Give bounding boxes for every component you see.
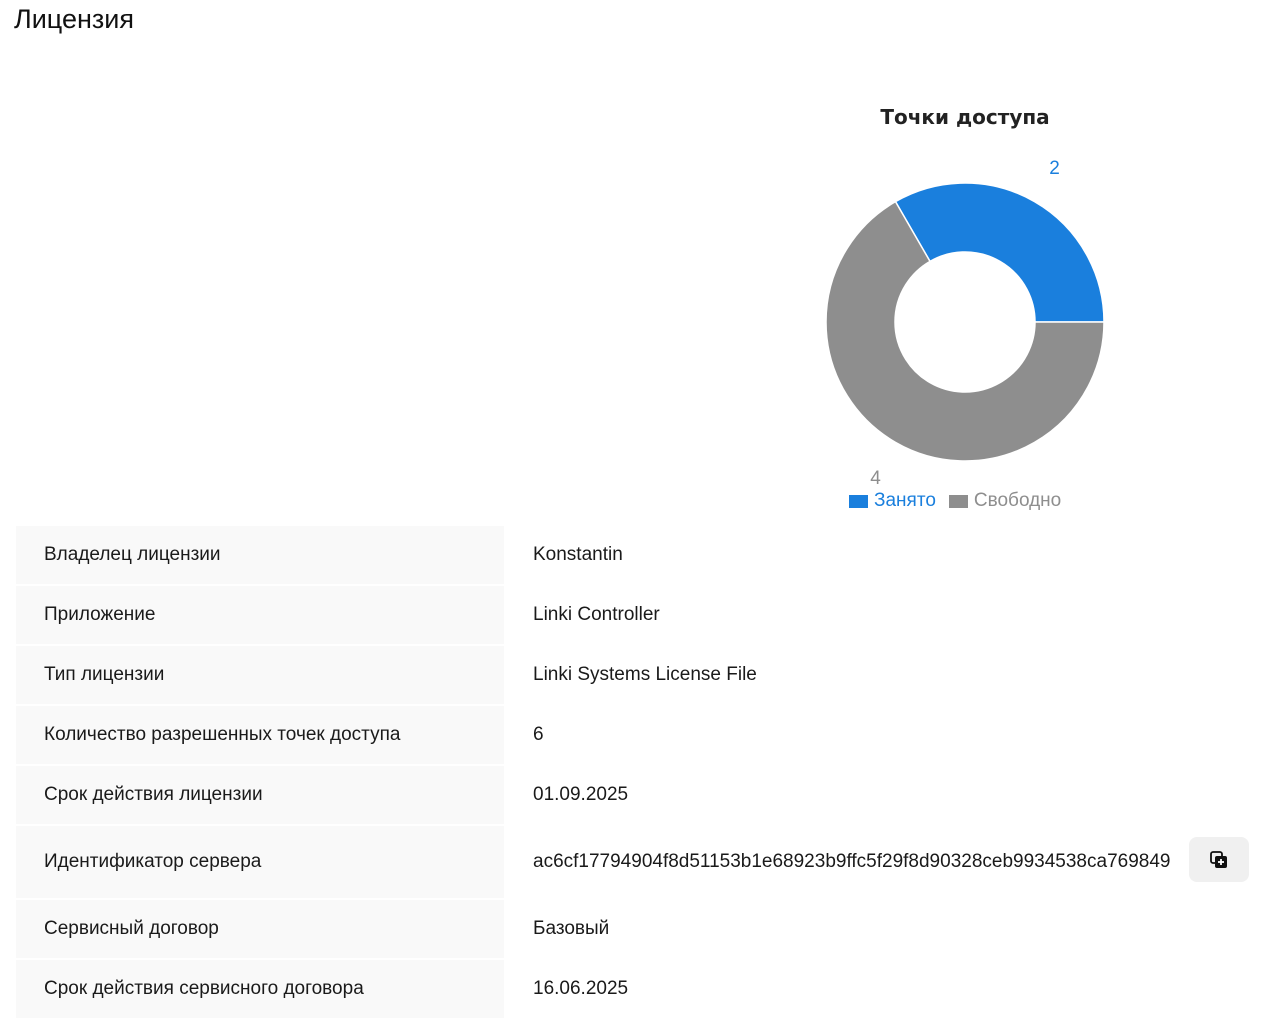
access-points-chart: 24 Точки доступа Занято Свободно xyxy=(760,92,1170,522)
table-row-license-type: Тип лицензии Linki Systems License File xyxy=(16,646,1256,706)
row-value: Linki Controller xyxy=(533,604,660,625)
row-label: Владелец лицензии xyxy=(16,526,504,584)
row-value: Базовый xyxy=(533,918,610,939)
legend-swatch-free xyxy=(948,494,968,508)
row-label: Количество разрешенных точек доступа xyxy=(16,706,504,764)
row-label: Приложение xyxy=(16,586,504,644)
table-row-license-expiry: Срок действия лицензии 01.09.2025 xyxy=(16,766,1256,826)
chart-title: Точки доступа xyxy=(880,105,1050,129)
table-row-server-id: Идентификатор сервера ac6cf17794904f8d51… xyxy=(16,826,1256,900)
data-label-free: 4 xyxy=(870,468,881,489)
row-value-wrap: ac6cf17794904f8d51153b1e68923b9ffc5f29f8… xyxy=(504,826,1256,898)
legend-item-free[interactable]: Свободно xyxy=(948,490,1062,512)
copy-icon xyxy=(1210,850,1227,868)
row-label: Срок действия сервисного договора xyxy=(16,960,504,1018)
donut-chart-svg: 24 xyxy=(825,158,1105,489)
table-row-allowed-access-points: Количество разрешенных точек доступа 6 xyxy=(16,706,1256,766)
legend-item-occupied[interactable]: Занято xyxy=(849,490,936,512)
table-row-service-contract: Сервисный договор Базовый xyxy=(16,900,1256,960)
legend-label-occupied: Занято xyxy=(874,490,936,511)
table-row-application: Приложение Linki Controller xyxy=(16,586,1256,646)
row-label: Срок действия лицензии xyxy=(16,766,504,824)
row-value: Linki Systems License File xyxy=(533,664,757,685)
table-row-owner: Владелец лицензии Konstantin xyxy=(16,526,1256,586)
pie-slice-occupied[interactable] xyxy=(894,182,1105,323)
row-value: Konstantin xyxy=(533,544,623,565)
row-value: 6 xyxy=(533,724,544,745)
data-label-occupied: 2 xyxy=(1049,158,1060,179)
row-label: Сервисный договор xyxy=(16,900,504,958)
table-row-service-contract-expiry: Срок действия сервисного договора 16.06.… xyxy=(16,960,1256,1020)
row-value: 01.09.2025 xyxy=(533,784,629,805)
row-value: 16.06.2025 xyxy=(533,978,629,999)
license-info-table: Владелец лицензии Konstantin Приложение … xyxy=(16,526,1256,1020)
page-title: Лицензия xyxy=(14,4,134,34)
server-id-value[interactable]: ac6cf17794904f8d51153b1e68923b9ffc5f29f8… xyxy=(533,851,1170,873)
legend-label-free: Свободно xyxy=(973,490,1062,511)
row-label: Идентификатор сервера xyxy=(16,826,504,898)
legend-swatch-occupied xyxy=(849,494,868,508)
row-label: Тип лицензии xyxy=(16,646,504,704)
copy-server-id-button[interactable] xyxy=(1189,837,1249,882)
chart-legend: Занято Свободно xyxy=(849,490,1074,512)
